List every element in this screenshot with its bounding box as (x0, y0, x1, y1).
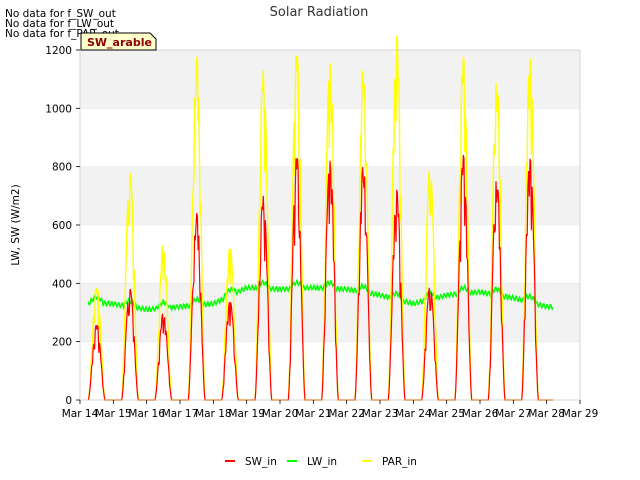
x-tick-label: Mar 15 (95, 408, 132, 420)
legend: SW_in LW_in PAR_in (225, 456, 417, 468)
y-axis-label: LW, SW (W/m2) (10, 184, 22, 265)
x-tick-label: Mar 24 (395, 408, 432, 420)
x-tick-label: Mar 19 (228, 408, 265, 420)
y-tick-label: 200 (52, 337, 72, 349)
x-tick-label: Mar 23 (362, 408, 399, 420)
solar-radiation-chart: Solar Radiation LW, SW (W/m2) 0 200 400 600… (10, 5, 599, 468)
x-tick-label: Mar 20 (262, 408, 299, 420)
legend-label: PAR_in (382, 456, 417, 468)
y-tick-label: 1000 (45, 103, 72, 115)
y-tick-label: 400 (52, 278, 72, 290)
site-label-box: SW_arable (80, 32, 157, 51)
y-tick-label: 1200 (45, 45, 72, 57)
x-tick-label: Mar 28 (528, 408, 565, 420)
x-tick-label: Mar 18 (195, 408, 232, 420)
x-tick-label: Mar 27 (495, 408, 532, 420)
x-tick-label: Mar 17 (162, 408, 199, 420)
x-tick-label: Mar 14 (62, 408, 99, 420)
x-tick-label: Mar 26 (462, 408, 499, 420)
site-label: SW_arable (87, 36, 152, 49)
x-tick-label: Mar 22 (328, 408, 365, 420)
plot-area (79, 35, 581, 401)
y-tick-label: 0 (65, 395, 72, 407)
x-tick-label: Mar 21 (295, 408, 332, 420)
chart-title: Solar Radiation (270, 5, 369, 20)
legend-label: LW_in (307, 456, 337, 468)
x-axis: Mar 14Mar 15Mar 16Mar 17Mar 18Mar 19Mar … (62, 400, 599, 420)
grid-band (80, 283, 580, 342)
x-tick-label: Mar 25 (428, 408, 465, 420)
y-tick-label: 800 (52, 162, 72, 174)
y-tick-label: 600 (52, 220, 72, 232)
x-tick-label: Mar 29 (562, 408, 599, 420)
y-axis: 0 200 400 600 800 1000 1200 (45, 45, 80, 407)
x-tick-label: Mar 16 (128, 408, 165, 420)
legend-label: SW_in (245, 456, 277, 468)
